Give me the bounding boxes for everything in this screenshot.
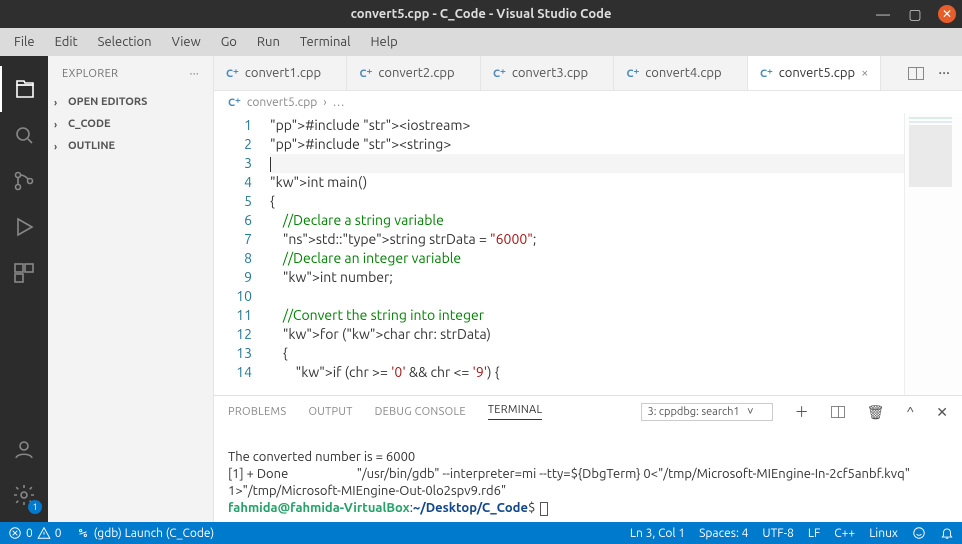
- menu-edit[interactable]: Edit: [45, 31, 88, 53]
- menu-run[interactable]: Run: [247, 31, 290, 53]
- explorer-icon[interactable]: [0, 66, 48, 112]
- tab-convert3[interactable]: C⁺convert3.cpp×: [481, 56, 614, 90]
- bottom-panel: PROBLEMS OUTPUT DEBUG CONSOLE TERMINAL 3…: [214, 395, 962, 522]
- sidebar-title: EXPLORER: [62, 68, 118, 80]
- run-debug-icon[interactable]: [0, 204, 48, 250]
- more-actions-icon[interactable]: ···: [938, 64, 950, 82]
- status-position[interactable]: Ln 3, Col 1: [630, 527, 685, 540]
- minimap[interactable]: [904, 113, 962, 395]
- sidebar-header: EXPLORER ···: [48, 56, 213, 91]
- split-terminal-icon[interactable]: [831, 406, 845, 418]
- title-bar: convert5.cpp - C_Code - Visual Studio Co…: [0, 0, 962, 28]
- tab-convert5[interactable]: C⁺convert5.cpp×: [748, 56, 881, 90]
- panel-tab-problems[interactable]: PROBLEMS: [228, 406, 286, 418]
- new-terminal-icon[interactable]: ＋: [795, 402, 809, 422]
- menu-help[interactable]: Help: [360, 31, 407, 53]
- cpp-file-icon: C⁺: [760, 67, 773, 80]
- status-launch[interactable]: (gdb) Launch (C_Code): [76, 526, 215, 540]
- cpp-file-icon: C⁺: [626, 67, 639, 80]
- section-folder[interactable]: ›C_CODE: [48, 113, 213, 135]
- tab-convert4[interactable]: C⁺convert4.cpp×: [614, 56, 747, 90]
- menu-go[interactable]: Go: [211, 31, 247, 53]
- terminal-cursor: [540, 502, 548, 516]
- section-outline[interactable]: ›OUTLINE: [48, 135, 213, 157]
- cpp-file-icon: C⁺: [228, 96, 241, 109]
- cpp-file-icon: C⁺: [493, 67, 506, 80]
- status-errors[interactable]: 0 0: [8, 526, 62, 540]
- settings-gear-icon[interactable]: 1: [0, 472, 48, 518]
- line-gutter: 1234567891011121314: [214, 113, 270, 395]
- extensions-icon[interactable]: [0, 250, 48, 296]
- menu-file[interactable]: File: [4, 31, 45, 53]
- code-content[interactable]: "pp">#include "str"><iostream> "pp">#inc…: [270, 113, 962, 395]
- status-feedback-icon[interactable]: [912, 526, 926, 540]
- menu-terminal[interactable]: Terminal: [290, 31, 361, 53]
- tab-convert1[interactable]: C⁺convert1.cpp×: [214, 56, 347, 90]
- accounts-icon[interactable]: [0, 426, 48, 472]
- explorer-sidebar: EXPLORER ··· ›OPEN EDITORS ›C_CODE ›OUTL…: [48, 56, 214, 522]
- window-controls: — ▢ ✕: [874, 5, 956, 23]
- panel-tab-debug[interactable]: DEBUG CONSOLE: [375, 406, 466, 418]
- status-os[interactable]: Linux: [869, 527, 898, 540]
- editor-actions: ···: [896, 56, 962, 90]
- panel-tab-terminal[interactable]: TERMINAL: [488, 404, 543, 420]
- terminal-body[interactable]: The converted number is = 6000 [1] + Don…: [214, 428, 962, 522]
- panel-tab-output[interactable]: OUTPUT: [308, 406, 352, 418]
- sidebar-more-icon[interactable]: ···: [190, 68, 199, 80]
- menu-selection[interactable]: Selection: [88, 31, 162, 53]
- settings-badge: 1: [28, 500, 42, 514]
- menu-view[interactable]: View: [162, 31, 211, 53]
- close-panel-icon[interactable]: ✕: [936, 404, 948, 421]
- editor-area: C⁺convert1.cpp× C⁺convert2.cpp× C⁺conver…: [214, 56, 962, 522]
- search-icon[interactable]: [0, 112, 48, 158]
- cpp-file-icon: C⁺: [226, 67, 239, 80]
- editor-tabs: C⁺convert1.cpp× C⁺convert2.cpp× C⁺conver…: [214, 56, 962, 91]
- source-control-icon[interactable]: [0, 158, 48, 204]
- maximize-panel-icon[interactable]: ^: [906, 404, 914, 420]
- section-open-editors[interactable]: ›OPEN EDITORS: [48, 91, 213, 113]
- close-icon[interactable]: ✕: [938, 5, 956, 23]
- status-eol[interactable]: LF: [808, 527, 820, 540]
- cpp-file-icon: C⁺: [359, 67, 372, 80]
- terminal-selector[interactable]: 3: cppdbg: search1 ˅: [641, 403, 773, 421]
- status-bell-icon[interactable]: [940, 526, 954, 540]
- tab-convert2[interactable]: C⁺convert2.cpp×: [347, 56, 480, 90]
- activity-bar: 1: [0, 56, 48, 522]
- window-title: convert5.cpp - C_Code - Visual Studio Co…: [351, 7, 612, 21]
- close-tab-icon[interactable]: ×: [861, 66, 868, 80]
- minimize-icon[interactable]: —: [874, 5, 892, 23]
- breadcrumb[interactable]: C⁺ convert5.cpp › …: [214, 91, 962, 113]
- menu-bar: File Edit Selection View Go Run Terminal…: [0, 28, 962, 56]
- split-editor-icon[interactable]: [908, 67, 924, 80]
- kill-terminal-icon[interactable]: 🗑: [867, 404, 885, 421]
- status-spaces[interactable]: Spaces: 4: [699, 527, 748, 540]
- panel-tabs: PROBLEMS OUTPUT DEBUG CONSOLE TERMINAL 3…: [214, 396, 962, 428]
- status-bar: 0 0 (gdb) Launch (C_Code) Ln 3, Col 1 Sp…: [0, 522, 962, 544]
- maximize-icon[interactable]: ▢: [906, 5, 924, 23]
- status-lang[interactable]: C++: [834, 527, 855, 540]
- code-editor[interactable]: 1234567891011121314 "pp">#include "str">…: [214, 113, 962, 395]
- status-encoding[interactable]: UTF-8: [762, 527, 793, 540]
